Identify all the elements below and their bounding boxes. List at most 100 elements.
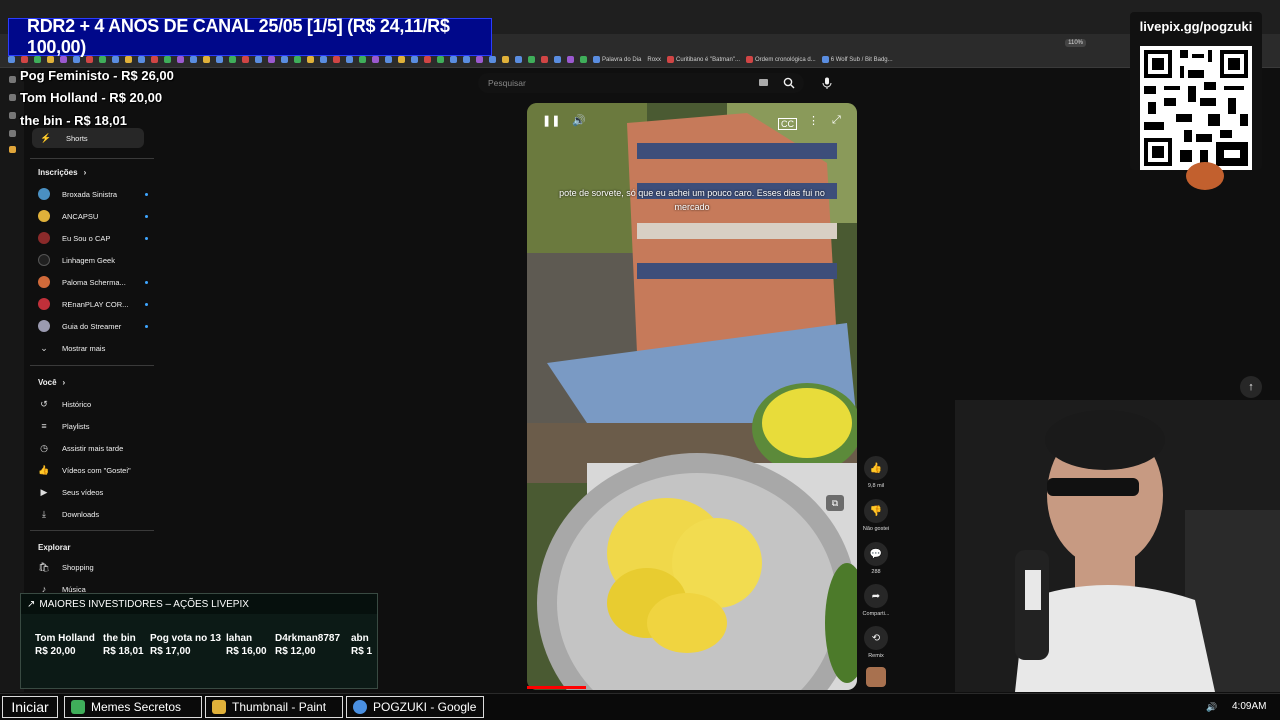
bookmark[interactable] — [515, 56, 522, 63]
dislike-button[interactable]: 👎 Não gostei — [862, 499, 890, 532]
new-content-dot — [145, 214, 148, 218]
thumbs-down-icon: 👎 — [864, 499, 888, 523]
remix-label: Remix — [868, 653, 884, 659]
search-button[interactable] — [774, 73, 804, 93]
livepix-qr-panel: livepix.gg/pogzuki — [1130, 12, 1262, 170]
chart-icon: ↗ — [27, 598, 36, 610]
bookmark[interactable] — [502, 56, 509, 63]
rail-icon[interactable] — [9, 130, 16, 137]
investors-header: ↗ MAIORES INVESTIDORES – AÇÕES LIVEPIX — [21, 594, 377, 614]
show-more-button[interactable]: ⌄ Mostrar mais — [38, 341, 148, 355]
taskbar-item-browser[interactable]: POGZUKI - Google — [346, 696, 484, 718]
captions-icon[interactable]: CC — [778, 118, 797, 130]
bookmark[interactable] — [580, 56, 587, 63]
sidebar-item-history[interactable]: ↺ Histórico — [38, 397, 148, 411]
you-heading[interactable]: Você › — [38, 378, 65, 387]
video-caption: pote de sorvete, só que eu achei um pouc… — [559, 188, 825, 212]
chevron-right-icon: › — [62, 378, 66, 387]
investor-item: Tom Holland R$ 20,00 — [35, 633, 95, 657]
investor-item: the bin R$ 18,01 — [103, 633, 144, 657]
new-content-dot — [145, 280, 148, 284]
comments-button[interactable]: 💬 288 — [862, 542, 890, 575]
pause-icon[interactable]: ❚❚ — [542, 114, 560, 127]
avatar — [38, 298, 50, 310]
sidebar-channel[interactable]: Paloma Scherma... — [38, 275, 148, 289]
bookmark[interactable] — [8, 56, 15, 63]
comment-icon: 💬 — [864, 542, 888, 566]
divider — [30, 530, 154, 531]
sidebar-item-downloads[interactable]: ⤓ Downloads — [38, 507, 148, 521]
more-options-icon[interactable]: ⋮ — [808, 114, 819, 127]
investor-item: Pog vota no 13 R$ 17,00 — [150, 633, 222, 657]
volume-tray-icon[interactable]: 🔊 — [1206, 702, 1217, 713]
sidebar-channel[interactable]: Broxada Sinistra — [38, 187, 148, 201]
sidebar-channel[interactable]: ANCAPSU — [38, 209, 148, 223]
search-placeholder: Pesquisar — [488, 78, 526, 88]
search-input[interactable]: Pesquisar — [478, 73, 804, 93]
taskbar-item-paint[interactable]: Thumbnail - Paint — [205, 696, 343, 718]
sidebar-channel[interactable]: Eu Sou o CAP — [38, 231, 148, 245]
voice-search-button[interactable] — [817, 73, 837, 93]
taskbar-item-memes-secretos[interactable]: Memes Secretos — [64, 696, 202, 718]
bookmark[interactable] — [554, 56, 561, 63]
sidebar-item-your-videos[interactable]: ▶ Seus vídeos — [38, 485, 148, 499]
goal-banner: RDR2 + 4 ANOS DE CANAL 25/05 [1/5] (R$ 2… — [8, 16, 492, 57]
thumbs-up-icon: 👍 — [864, 456, 888, 480]
sidebar-item-playlists[interactable]: ≡ Playlists — [38, 419, 148, 433]
bookmark-palavra-do-dia[interactable]: Palavra do Dia — [593, 56, 641, 63]
explore-heading: Explorar — [38, 543, 71, 552]
avatar — [38, 320, 50, 332]
avatar — [38, 254, 50, 266]
volume-icon[interactable]: 🔊 — [572, 114, 586, 127]
fullscreen-icon[interactable]: ⤢ — [832, 114, 841, 127]
channel-avatar[interactable] — [866, 667, 886, 687]
video-icon: ▶ — [40, 486, 48, 497]
sidebar-item-shorts[interactable]: ⚡ Shorts — [32, 128, 144, 148]
bookmark-curitibano[interactable]: Curitibano é "Batman"... — [667, 56, 740, 63]
share-button[interactable]: ➦ Comparti... — [862, 584, 890, 617]
sidebar-item-liked-videos[interactable]: 👍 Vídeos com "Gostei" — [38, 463, 148, 477]
investor-item: abn R$ 1 — [351, 633, 373, 657]
subscriptions-heading[interactable]: Inscrições › — [38, 168, 86, 177]
investor-item: lahan R$ 16,00 — [226, 633, 267, 657]
keyboard-icon[interactable] — [759, 79, 768, 86]
shopping-bag-icon: 🛍 — [38, 561, 50, 572]
bookmark-roxx[interactable]: Roxx — [647, 57, 661, 63]
remix-icon: ⟲ — [864, 626, 888, 650]
bookmark-ordem[interactable]: Ordem cronológica d... — [746, 56, 816, 63]
webcam-feed — [955, 400, 1280, 692]
qr-code — [1140, 46, 1252, 170]
taskbar: Iniciar Memes Secretos Thumbnail - Paint… — [0, 693, 1280, 720]
share-label: Comparti... — [862, 611, 890, 617]
bookmark[interactable] — [528, 56, 535, 63]
rail-icon[interactable] — [9, 146, 16, 153]
sidebar-channel[interactable]: Linhagem Geek — [38, 253, 148, 267]
video-progress-bar[interactable] — [527, 686, 586, 689]
rail-icon[interactable] — [9, 112, 16, 119]
zoom-indicator[interactable]: 110% — [1065, 39, 1086, 47]
webcam-overlay — [955, 400, 1280, 692]
rail-icon[interactable] — [9, 76, 16, 83]
app-icon — [71, 700, 85, 714]
bookmark[interactable] — [567, 56, 574, 63]
share-icon: ➦ — [864, 584, 888, 608]
chevron-down-icon: ⌄ — [40, 342, 48, 353]
picture-in-picture-icon[interactable]: ⧉ — [826, 495, 844, 511]
like-button[interactable]: 👍 9,8 mil — [862, 456, 890, 489]
like-count: 9,8 mil — [867, 483, 885, 489]
rail-icon[interactable] — [9, 94, 16, 101]
investor-item: D4rkman8787 R$ 12,00 — [275, 633, 341, 657]
sidebar-channel[interactable]: Guia do Streamer — [38, 319, 148, 333]
browser-icon — [353, 700, 367, 714]
new-content-dot — [145, 302, 148, 306]
bookmark[interactable] — [541, 56, 548, 63]
remix-button[interactable]: ⟲ Remix — [862, 626, 890, 659]
playlist-icon: ≡ — [41, 421, 47, 431]
start-button[interactable]: Iniciar — [2, 696, 58, 718]
previous-video-button[interactable]: ↑ — [1240, 376, 1262, 398]
bookmark-wolf-sub[interactable]: 6 Wolf Sub / Bit Badg... — [821, 56, 893, 63]
sidebar-item-watch-later[interactable]: ◷ Assistir mais tarde — [38, 441, 148, 455]
sidebar-channel[interactable]: REnanPLAY COR... — [38, 297, 148, 311]
sidebar-item-shopping[interactable]: 🛍 Shopping — [38, 560, 148, 574]
microphone-icon — [822, 77, 832, 89]
